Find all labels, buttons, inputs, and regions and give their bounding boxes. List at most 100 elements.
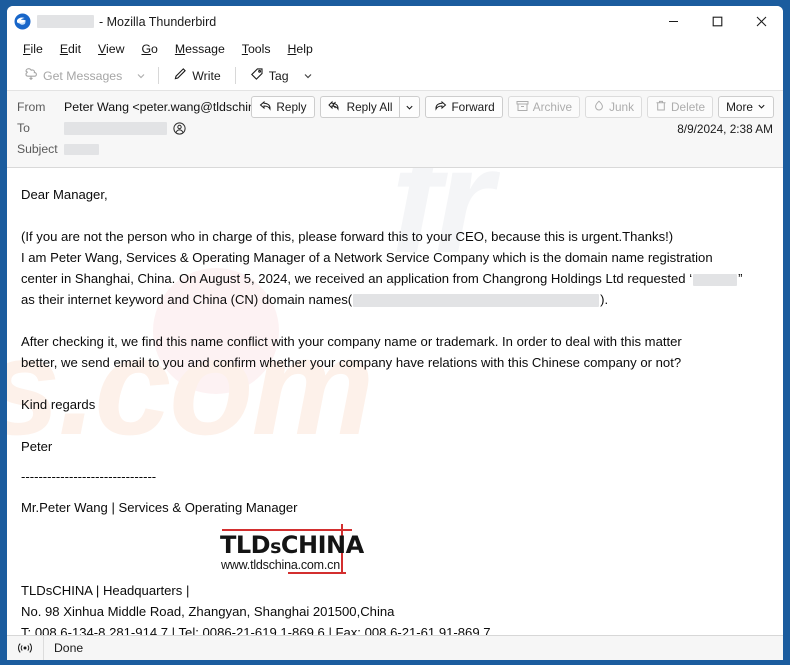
- forward-button[interactable]: Forward: [425, 96, 503, 118]
- tag-button[interactable]: Tag: [243, 64, 296, 87]
- get-messages-button[interactable]: Get Messages: [17, 64, 129, 87]
- delete-label: Delete: [671, 100, 706, 114]
- menu-file[interactable]: File: [15, 40, 52, 58]
- menu-tools[interactable]: Tools: [234, 40, 280, 58]
- body-paragraph-3-line-1: After checking it, we find this name con…: [21, 334, 682, 349]
- body-paragraph-2-line-3: as their internet keyword and China (CN)…: [21, 289, 769, 310]
- thunderbird-window: - Mozilla Thunderbird File Edit View Go …: [7, 6, 783, 660]
- menu-view[interactable]: View: [90, 40, 133, 58]
- status-bar: Done: [7, 635, 783, 660]
- to-label: To: [17, 121, 30, 135]
- thunderbird-logo-icon: [14, 13, 31, 30]
- reply-all-label: Reply All: [346, 100, 393, 114]
- close-button[interactable]: [739, 6, 783, 37]
- junk-button[interactable]: Junk: [585, 96, 642, 118]
- tag-icon: [250, 67, 264, 84]
- body-paragraph-2-line-2: center in Shanghai, China. On August 5, …: [21, 268, 769, 289]
- write-label: Write: [192, 68, 221, 83]
- message-content: Dear Manager, (If you are not the person…: [21, 184, 769, 635]
- signature-divider-short: -------------------------------: [21, 469, 157, 485]
- subject-redaction: [64, 143, 99, 155]
- phone-line: T: 008 6-134-8 281-914 7 | Tel: 0086-21-…: [21, 625, 491, 635]
- logo-brand-s: s: [270, 536, 281, 559]
- menu-edit[interactable]: Edit: [52, 40, 90, 58]
- line3-text-b: ).: [600, 292, 609, 307]
- get-messages-dropdown[interactable]: [131, 68, 151, 84]
- message-header-pane: Reply Reply All Forward Archive Junk Del…: [7, 90, 783, 168]
- tldschina-logo: TLDsCHINA www.tldschina.com.cn: [210, 522, 368, 576]
- broadcast-icon[interactable]: [7, 636, 44, 660]
- menu-help[interactable]: Help: [280, 40, 322, 58]
- message-action-buttons: Reply Reply All Forward Archive Junk Del…: [251, 96, 774, 118]
- delete-button[interactable]: Delete: [647, 96, 714, 118]
- toolbar-separator-1: [158, 67, 160, 84]
- to-contact-icon[interactable]: [173, 121, 186, 135]
- forward-icon: [433, 100, 447, 115]
- to-address-redaction: [64, 121, 167, 135]
- message-date: 8/9/2024, 2:38 AM: [677, 122, 773, 136]
- reply-button[interactable]: Reply: [251, 96, 315, 118]
- archive-label: Archive: [532, 100, 573, 114]
- junk-icon: [593, 99, 605, 115]
- get-messages-label: Get Messages: [43, 68, 123, 83]
- logo-brand-tail: CHINA: [280, 531, 364, 560]
- archive-button[interactable]: Archive: [507, 96, 581, 118]
- chevron-down-icon: [757, 100, 766, 114]
- maximize-button[interactable]: [695, 6, 739, 37]
- line3-text-a: as their internet keyword and China (CN)…: [21, 292, 353, 307]
- tag-dropdown[interactable]: [298, 68, 318, 84]
- logo-brand-main: TLD: [220, 531, 271, 560]
- menu-go[interactable]: Go: [133, 40, 166, 58]
- subject-label: Subject: [17, 142, 58, 156]
- menu-bar: File Edit View Go Message Tools Help: [7, 37, 783, 61]
- main-toolbar: Get Messages Write Tag: [7, 61, 783, 90]
- trash-icon: [655, 100, 667, 115]
- logo-url: www.tldschina.com.cn: [221, 558, 340, 573]
- menu-message[interactable]: Message: [167, 40, 234, 58]
- line2-text-b: ”: [738, 271, 743, 286]
- reply-icon: [259, 100, 272, 115]
- address-line: No. 98 Xinhua Middle Road, Zhangyan, Sha…: [21, 604, 395, 620]
- window-outer-frame: - Mozilla Thunderbird File Edit View Go …: [0, 0, 790, 665]
- salutation: Dear Manager,: [21, 187, 108, 202]
- keyword-redaction: [693, 273, 738, 286]
- archive-icon: [516, 100, 529, 115]
- subject-row: Subject: [17, 139, 773, 159]
- window-title: - Mozilla Thunderbird: [99, 14, 217, 29]
- from-label: From: [17, 100, 46, 114]
- more-label: More: [726, 100, 753, 114]
- to-value[interactable]: [64, 121, 186, 135]
- write-button[interactable]: Write: [166, 64, 227, 87]
- window-controls: [651, 6, 783, 37]
- title-account-redaction: [37, 15, 94, 28]
- forward-label: Forward: [451, 100, 495, 114]
- junk-label: Junk: [609, 100, 634, 114]
- status-text: Done: [54, 641, 84, 655]
- tag-label: Tag: [268, 68, 289, 83]
- reply-all-group: Reply All: [319, 96, 421, 118]
- logo-wordmark: TLDsCHINA: [220, 533, 364, 557]
- pencil-icon: [173, 67, 187, 84]
- reply-all-button[interactable]: Reply All: [319, 96, 400, 118]
- reply-all-dropdown[interactable]: [399, 96, 421, 118]
- more-button[interactable]: More: [718, 96, 774, 118]
- body-paragraph-3-line-2: better, we send email to you and confirm…: [21, 355, 682, 370]
- download-mail-icon: [24, 67, 38, 84]
- title-bar: - Mozilla Thunderbird: [7, 6, 783, 37]
- signature-title: Mr.Peter Wang | Services & Operating Man…: [21, 500, 298, 516]
- body-paragraph-1: (If you are not the person who in charge…: [21, 229, 674, 244]
- toolbar-separator-2: [234, 67, 236, 84]
- closing: Kind regards: [21, 397, 96, 412]
- minimize-button[interactable]: [651, 6, 695, 37]
- domain-names-redaction: [353, 294, 600, 308]
- line2-text-a: center in Shanghai, China. On August 5, …: [21, 271, 693, 286]
- body-paragraph-2-line-1: I am Peter Wang, Services & Operating Ma…: [21, 250, 713, 265]
- company-line: TLDsCHINA | Headquarters |: [21, 583, 190, 599]
- logo-url-underline: [288, 572, 346, 575]
- to-row: To: [17, 118, 773, 138]
- reply-label: Reply: [276, 100, 307, 114]
- message-body-pane: fr ls.com Dear Manager, (If you are not …: [7, 168, 783, 635]
- signer-name: Peter: [21, 439, 53, 454]
- subject-value: [64, 143, 99, 155]
- reply-all-icon: [327, 100, 343, 115]
